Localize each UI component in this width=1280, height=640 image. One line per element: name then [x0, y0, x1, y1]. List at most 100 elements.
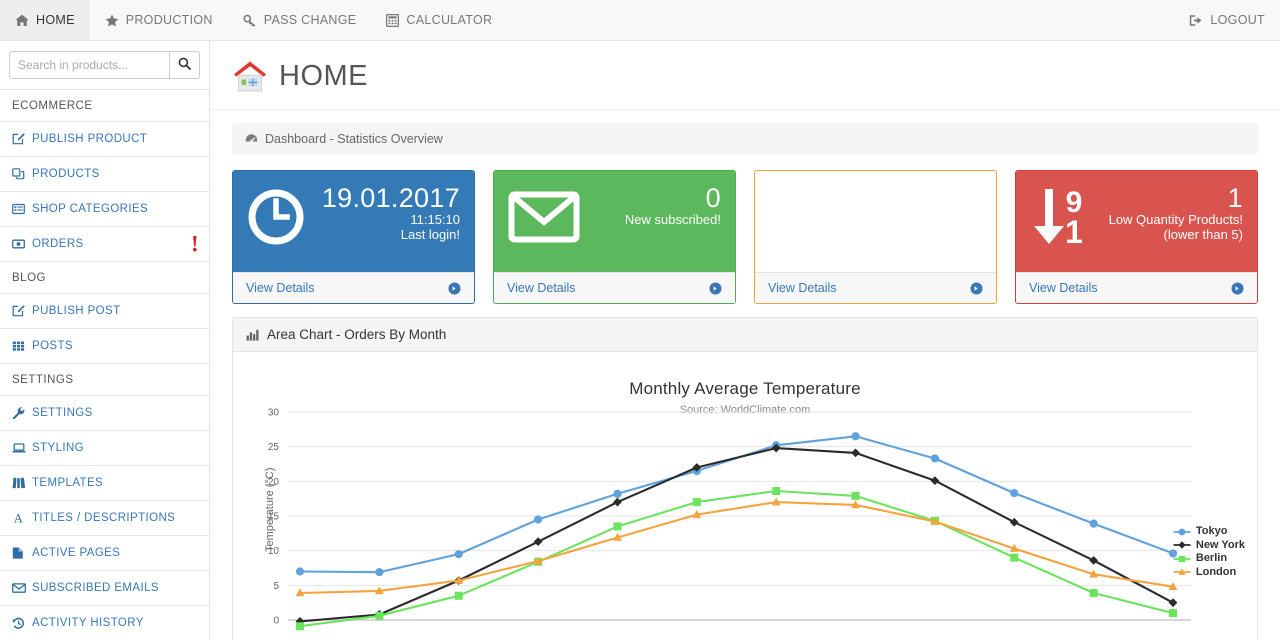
nav-item-production[interactable]: PRODUCTION — [90, 0, 228, 40]
list-alt-icon — [12, 203, 32, 215]
sidebar-item-publish-post[interactable]: PUBLISH POST — [0, 294, 209, 329]
search-button[interactable] — [169, 51, 200, 79]
stat-sub: Low Quantity Products! — [1108, 212, 1243, 228]
view-details-button[interactable]: View Details — [233, 272, 474, 303]
search-icon — [178, 57, 192, 73]
arrow-circle-right-icon — [709, 282, 722, 295]
svg-text:0: 0 — [273, 616, 279, 627]
view-details-button[interactable]: View Details — [755, 272, 996, 303]
top-navbar-left: HOME PRODUCTION PASS CHANGE CALCULATOR — [0, 0, 507, 40]
legend-symbol-icon — [1173, 539, 1191, 551]
edit-icon — [12, 305, 32, 317]
top-navbar-right: LOGOUT — [1174, 0, 1280, 40]
sidebar-item-publish-product[interactable]: PUBLISH PRODUCT — [0, 122, 209, 157]
stat-sub2: (lower than 5) — [1163, 226, 1243, 242]
stat-sub: New Orders! — [909, 212, 982, 228]
sidebar-item-label: ORDERS — [32, 238, 84, 250]
nav-item-pass-change[interactable]: PASS CHANGE — [228, 0, 372, 40]
sidebar-item-activity-history[interactable]: ACTIVITY HISTORY — [0, 606, 209, 640]
legend-symbol-icon — [1173, 566, 1191, 578]
sidebar-item-label: ACTIVE PAGES — [32, 547, 121, 559]
sidebar-item-styling[interactable]: STYLING — [0, 431, 209, 466]
sidebar-item-active-pages[interactable]: ACTIVE PAGES — [0, 536, 209, 571]
sidebar-item-label: TEMPLATES — [32, 477, 104, 489]
legend-label: New York — [1195, 538, 1245, 551]
file-icon — [12, 547, 32, 559]
sidebar-item-label: POSTS — [32, 340, 73, 352]
view-details-label: View Details — [507, 281, 576, 295]
legend-item-tokyo[interactable]: Tokyo — [1173, 525, 1245, 539]
page-title: HOME — [279, 59, 368, 92]
svg-text:25: 25 — [268, 442, 280, 453]
stat-sub: New subscribed! — [624, 212, 721, 228]
sidebar-group-blog-title: BLOG — [0, 262, 209, 294]
sidebar-item-label: ACTIVITY HISTORY — [32, 617, 144, 629]
key-icon — [243, 14, 257, 27]
sidebar-item-orders[interactable]: ORDERS ! — [0, 227, 209, 262]
sidebar-item-subscribed-emails[interactable]: SUBSCRIBED EMAILS — [0, 571, 209, 606]
view-details-label: View Details — [1029, 281, 1098, 295]
chart-y-axis-title: Temperature (°C) — [264, 467, 276, 552]
dashboard-icon — [245, 133, 258, 145]
history-icon — [12, 617, 32, 629]
wrench-icon — [12, 407, 32, 419]
arrow-circle-right-icon — [1231, 282, 1244, 295]
envelope-icon — [12, 582, 32, 594]
svg-text:A: A — [14, 512, 23, 524]
stat-sub: 11:15:10 — [410, 212, 460, 228]
nav-item-home[interactable]: HOME — [0, 0, 90, 40]
sidebar-item-label: SUBSCRIBED EMAILS — [32, 582, 159, 594]
nav-item-calculator[interactable]: CALCULATOR — [371, 0, 507, 40]
copy-icon — [12, 168, 32, 180]
stat-value: 19.01.2017 — [321, 183, 460, 213]
breadcrumb-text: Dashboard - Statistics Overview — [265, 132, 443, 146]
sidebar-item-label: STYLING — [32, 442, 85, 454]
money-icon — [12, 238, 32, 250]
arrow-circle-right-icon — [970, 282, 983, 295]
sign-out-icon — [1189, 14, 1203, 27]
view-details-label: View Details — [246, 281, 315, 295]
nav-item-pass-change-label: PASS CHANGE — [263, 13, 357, 27]
legend-label: London — [1195, 565, 1237, 578]
stat-card-new-subscribed[interactable]: 0 New subscribed! View Details — [493, 170, 736, 304]
legend-item-new-york[interactable]: New York — [1173, 539, 1245, 553]
legend-item-berlin[interactable]: Berlin — [1173, 552, 1245, 566]
chart-panel-title: Area Chart - Orders By Month — [267, 327, 447, 342]
sidebar-item-templates[interactable]: TEMPLATES — [0, 466, 209, 501]
sidebar-item-settings[interactable]: SETTINGS — [0, 396, 209, 431]
stat-card-last-login[interactable]: 19.01.2017 11:15:10 Last login! View Det… — [232, 170, 475, 304]
stat-card-low-quantity[interactable]: 9 1 1 Low Quantity Products! (lower than… — [1015, 170, 1258, 304]
view-details-button[interactable]: View Details — [494, 272, 735, 303]
view-details-button[interactable]: View Details — [1016, 272, 1257, 303]
sidebar-item-titles-descriptions[interactable]: A TITLES / DESCRIPTIONS — [0, 501, 209, 536]
search-input[interactable] — [9, 51, 170, 79]
nav-item-logout[interactable]: LOGOUT — [1174, 0, 1280, 40]
sidebar-item-label: PUBLISH PRODUCT — [32, 133, 148, 145]
th-icon — [12, 340, 32, 352]
chart-body: Monthly Average Temperature Source: Worl… — [233, 352, 1257, 640]
sidebar-group-ecommerce-title: ECOMMERCE — [0, 90, 209, 122]
stat-value: 1 — [1227, 183, 1243, 213]
main-content: HOME Dashboard - Statistics Overview 19.… — [210, 41, 1280, 640]
star-icon — [105, 13, 119, 27]
legend-symbol-icon — [1173, 553, 1191, 565]
edit-icon — [12, 133, 32, 145]
sidebar-item-posts[interactable]: POSTS — [0, 329, 209, 364]
sidebar-item-products[interactable]: PRODUCTS — [0, 157, 209, 192]
chart-plot: 0 5 10 15 20 25 30 — [233, 352, 1257, 640]
sidebar-item-label: PRODUCTS — [32, 168, 100, 180]
sidebar-item-shop-categories[interactable]: SHOP CATEGORIES — [0, 192, 209, 227]
legend-item-london[interactable]: London — [1173, 566, 1245, 580]
legend-label: Tokyo — [1195, 525, 1228, 537]
sidebar-item-label: PUBLISH POST — [32, 305, 121, 317]
stat-sub2: Last login! — [400, 226, 460, 242]
stat-card-new-orders[interactable]: 2 New Orders! View Details — [754, 170, 997, 304]
home-icon — [15, 14, 29, 27]
breadcrumb: Dashboard - Statistics Overview — [232, 123, 1258, 155]
nav-item-logout-label: LOGOUT — [1210, 13, 1265, 27]
font-icon: A — [12, 512, 32, 524]
sidebar-item-label: SHOP CATEGORIES — [32, 203, 149, 215]
svg-text:5: 5 — [273, 581, 279, 592]
nav-item-home-label: HOME — [36, 13, 75, 27]
laptop-icon — [12, 442, 32, 454]
